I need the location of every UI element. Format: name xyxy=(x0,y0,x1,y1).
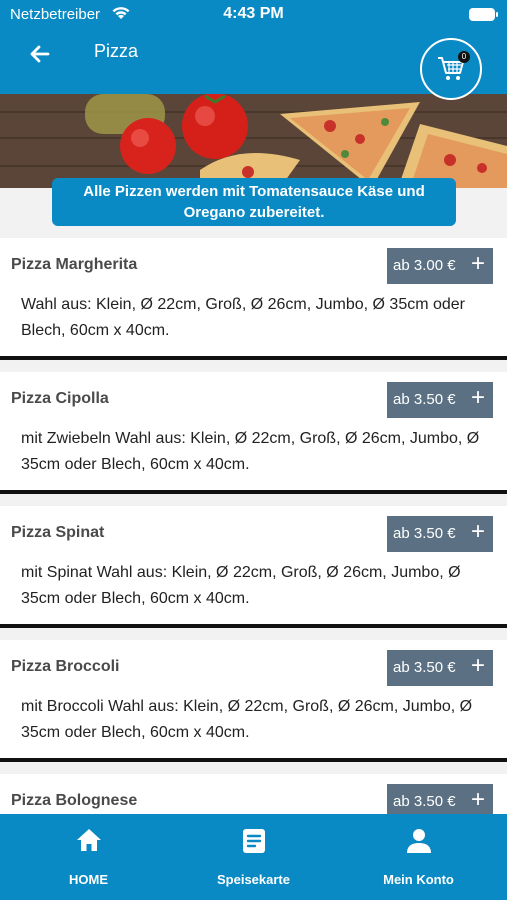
product-description: mit Zwiebeln Wahl aus: Klein, Ø 22cm, Gr… xyxy=(21,430,480,473)
add-to-cart-button[interactable]: ab 3.50 € + xyxy=(387,382,493,418)
product-name: Pizza Bolognese xyxy=(11,792,138,809)
plus-icon: + xyxy=(470,518,485,545)
product-name: Pizza Margherita xyxy=(11,256,138,273)
list-item: Pizza Spinat ab 3.50 € + mit Spinat Wahl… xyxy=(0,506,507,628)
price-label: ab 3.50 € xyxy=(393,659,456,676)
nav-item-mein-konto[interactable]: Mein Konto xyxy=(334,814,503,900)
add-to-cart-button[interactable]: ab 3.00 € + xyxy=(387,248,493,284)
plus-icon: + xyxy=(470,786,485,813)
price-label: ab 3.50 € xyxy=(393,793,456,810)
plus-icon: + xyxy=(470,250,485,277)
price-label: ab 3.00 € xyxy=(393,257,456,274)
nav-label-mein-konto: Mein Konto xyxy=(383,872,454,887)
nav-item-speisekarte[interactable]: Speisekarte xyxy=(169,814,338,900)
nav-label-home: HOME xyxy=(69,872,108,887)
hero-banner xyxy=(0,94,507,188)
back-button[interactable] xyxy=(24,38,56,70)
product-name: Pizza Broccoli xyxy=(11,658,120,675)
product-name: Pizza Cipolla xyxy=(11,390,109,407)
product-description: mit Broccoli Wahl aus: Klein, Ø 22cm, Gr… xyxy=(21,698,473,741)
add-to-cart-button[interactable]: ab 3.50 € + xyxy=(387,650,493,686)
list-item: Pizza Broccoli ab 3.50 € + mit Broccoli … xyxy=(0,640,507,762)
list-item: Pizza Margherita ab 3.00 € + Wahl aus: K… xyxy=(0,238,507,360)
sauce-notice: Alle Pizzen werden mit Tomatensauce Käse… xyxy=(52,178,456,226)
app-header: Pizza 0 xyxy=(0,30,507,100)
bottom-navigation: HOME Speisekarte Mein Konto xyxy=(0,814,507,900)
home-icon xyxy=(76,829,101,851)
add-to-cart-button[interactable]: ab 3.50 € + xyxy=(387,784,493,814)
product-description: Wahl aus: Klein, Ø 22cm, Groß, Ø 26cm, J… xyxy=(21,296,466,339)
price-label: ab 3.50 € xyxy=(393,525,456,542)
add-to-cart-button[interactable]: ab 3.50 € + xyxy=(387,516,493,552)
product-name: Pizza Spinat xyxy=(11,524,105,541)
pizza-hero-image xyxy=(0,94,507,188)
battery-icon xyxy=(469,8,498,21)
product-description: mit Spinat Wahl aus: Klein, Ø 22cm, Groß… xyxy=(21,564,461,607)
nav-label-speisekarte: Speisekarte xyxy=(217,872,290,887)
status-bar: Netzbetreiber 4:43 PM xyxy=(0,0,507,30)
app-screen: Netzbetreiber 4:43 PM Pizza 0 Alle Pizze… xyxy=(0,0,507,900)
price-label: ab 3.50 € xyxy=(393,391,456,408)
plus-icon: + xyxy=(470,384,485,411)
plus-icon: + xyxy=(470,652,485,679)
user-icon xyxy=(406,829,431,853)
list-item: Pizza Bolognese ab 3.50 € + xyxy=(0,774,507,814)
product-list: Pizza Margherita ab 3.00 € + Wahl aus: K… xyxy=(0,238,507,814)
cart-count-badge: 0 xyxy=(458,51,470,63)
nav-item-home[interactable]: HOME xyxy=(4,814,173,900)
cart-button[interactable]: 0 xyxy=(420,38,482,100)
arrow-left-icon xyxy=(30,45,50,63)
page-title: Pizza xyxy=(94,41,139,61)
list-item: Pizza Cipolla ab 3.50 € + mit Zwiebeln W… xyxy=(0,372,507,494)
clock: 4:43 PM xyxy=(223,5,284,22)
menu-card-icon xyxy=(242,829,265,853)
